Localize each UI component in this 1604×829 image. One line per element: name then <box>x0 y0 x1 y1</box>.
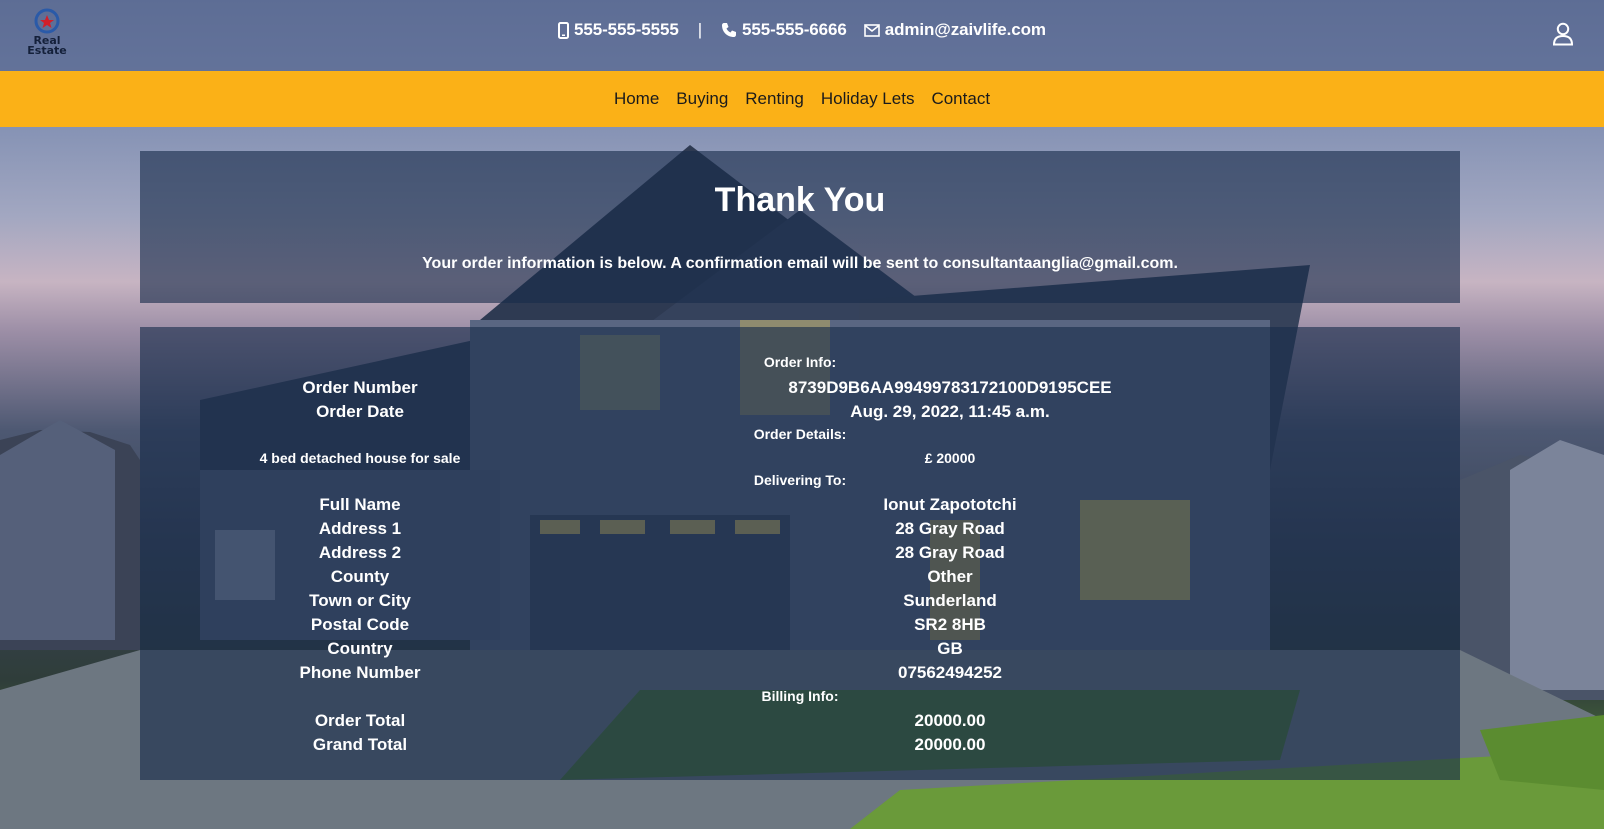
page-title: Thank You <box>714 181 886 219</box>
mobile-number: 555-555-5555 <box>574 20 679 39</box>
delivery-label: Address 1 <box>318 519 402 538</box>
user-icon[interactable] <box>1552 22 1574 46</box>
confirmation-message: Your order information is below. A confi… <box>422 255 1178 272</box>
order-info-heading: Order Info: <box>763 354 837 370</box>
phone-contact[interactable]: 555-555-6666 <box>721 20 847 40</box>
delivery-value: GB <box>937 639 963 658</box>
item-price: £ 20000 <box>924 450 976 466</box>
delivery-row-postal-code: Postal Code SR2 8HB <box>140 615 1460 639</box>
delivery-value: Sunderland <box>903 591 997 610</box>
delivery-row-country: Country GB <box>140 639 1460 663</box>
nav-home[interactable]: Home <box>614 89 659 109</box>
delivering-heading: Delivering To: <box>753 472 847 488</box>
billing-heading: Billing Info: <box>761 688 839 704</box>
delivery-label: Country <box>327 639 393 658</box>
grand-total-label: Grand Total <box>312 735 408 754</box>
order-details-panel: Order Info: Order Number 8739D9B6AA99499… <box>140 327 1460 780</box>
contact-strip: 555-555-5555 | 555-555-6666 admin@zaivli… <box>0 20 1604 40</box>
delivery-row-county: County Other <box>140 567 1460 591</box>
main-nav: Home Buying Renting Holiday Lets Contact <box>0 71 1604 127</box>
delivery-value: 28 Gray Road <box>895 519 1005 538</box>
order-date-row: Order Date Aug. 29, 2022, 11:45 a.m. <box>140 402 1460 426</box>
delivery-row-full-name: Full Name Ionut Zapototchi <box>140 495 1460 519</box>
delivery-value: 07562494252 <box>897 663 1002 682</box>
order-number-value: 8739D9B6AA99499783172100D9195CEE <box>788 378 1112 397</box>
order-item-row: 4 bed detached house for sale £ 20000 <box>140 450 1460 474</box>
grand-total-row: Grand Total 20000.00 <box>140 735 1460 759</box>
item-name: 4 bed detached house for sale <box>259 450 461 466</box>
delivery-label: Postal Code <box>310 615 410 634</box>
order-number-row: Order Number 8739D9B6AA99499783172100D91… <box>140 378 1460 402</box>
delivery-value: SR2 8HB <box>914 615 986 634</box>
delivery-label: Phone Number <box>299 663 421 682</box>
delivery-label: County <box>330 567 390 586</box>
nav-renting[interactable]: Renting <box>745 89 804 109</box>
order-date-label: Order Date <box>316 402 404 421</box>
delivery-label: Town or City <box>309 591 411 610</box>
delivery-value: Ionut Zapototchi <box>883 495 1017 514</box>
order-total-label: Order Total <box>314 711 406 730</box>
nav-contact[interactable]: Contact <box>931 89 990 109</box>
order-details-heading: Order Details: <box>753 426 847 442</box>
top-bar: Real Estate 555-555-5555 | 555-555-6666 … <box>0 0 1604 71</box>
delivery-value: 28 Gray Road <box>895 543 1005 562</box>
phone-icon <box>722 23 737 37</box>
logo-text-line2: Estate <box>27 44 67 57</box>
nav-buying[interactable]: Buying <box>676 89 728 109</box>
delivery-label: Address 2 <box>318 543 402 562</box>
phone-number: 555-555-6666 <box>742 20 847 39</box>
order-number-label: Order Number <box>302 378 418 397</box>
delivery-row-address-2: Address 2 28 Gray Road <box>140 543 1460 567</box>
order-total-value: 20000.00 <box>914 711 986 730</box>
email-address: admin@zaivlife.com <box>884 20 1046 39</box>
thank-you-panel: Thank You Your order information is belo… <box>140 151 1460 303</box>
mobile-icon <box>558 21 570 39</box>
delivery-value: Other <box>927 567 973 586</box>
delivery-label: Full Name <box>319 495 401 514</box>
delivery-row-town: Town or City Sunderland <box>140 591 1460 615</box>
envelope-icon <box>863 23 880 37</box>
nav-holiday-lets[interactable]: Holiday Lets <box>821 89 915 109</box>
contact-separator: | <box>697 20 703 39</box>
mobile-contact[interactable]: 555-555-5555 <box>558 20 679 40</box>
order-date-value: Aug. 29, 2022, 11:45 a.m. <box>850 402 1050 421</box>
delivery-row-phone: Phone Number 07562494252 <box>140 663 1460 687</box>
email-contact[interactable]: admin@zaivlife.com <box>863 20 1046 40</box>
order-total-row: Order Total 20000.00 <box>140 711 1460 735</box>
delivery-row-address-1: Address 1 28 Gray Road <box>140 519 1460 543</box>
grand-total-value: 20000.00 <box>914 735 986 754</box>
